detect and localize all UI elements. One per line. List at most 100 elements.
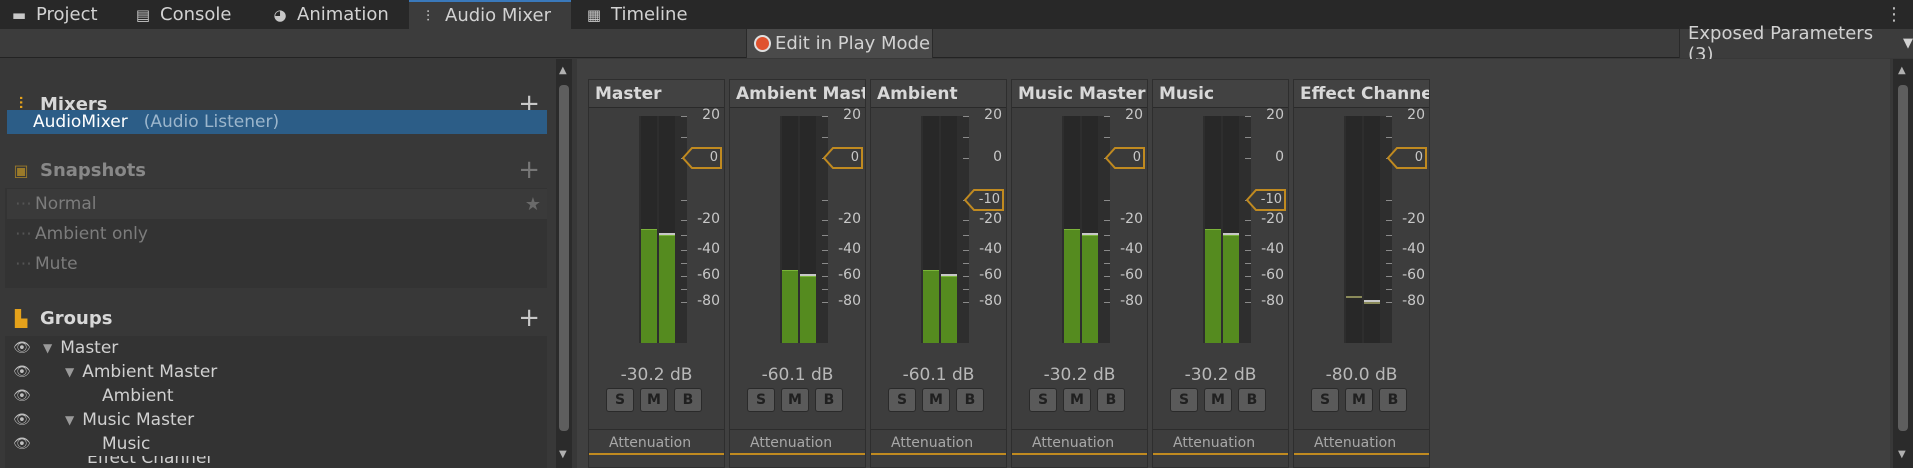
scale-tick bbox=[681, 263, 687, 264]
scale-label: -60 bbox=[838, 267, 861, 283]
level-meter-fill bbox=[941, 276, 957, 343]
scale-label: -20 bbox=[1120, 211, 1143, 227]
tab-animation[interactable]: ◕ Animation bbox=[261, 0, 389, 29]
scrollbar-thumb[interactable] bbox=[1898, 85, 1908, 431]
scale-label: -80 bbox=[979, 293, 1002, 309]
mixer-scrollbar[interactable]: ▲ ▼ bbox=[1893, 59, 1913, 468]
exposed-parameters-dropdown[interactable]: Exposed Parameters (3) ▼ bbox=[1679, 23, 1913, 65]
scale-tick bbox=[1386, 116, 1392, 117]
strip-title: Music Master bbox=[1012, 80, 1147, 108]
group-item[interactable]: 👁 Ambient bbox=[7, 384, 547, 408]
eye-icon[interactable]: 👁 bbox=[13, 364, 31, 380]
volume-fader-handle[interactable]: -10 bbox=[1246, 189, 1286, 211]
group-item[interactable]: 👁 ▼ Master bbox=[7, 336, 547, 360]
fader-value: 0 bbox=[1132, 150, 1141, 165]
mute-button[interactable]: M bbox=[1345, 388, 1373, 412]
scale-tick bbox=[1245, 220, 1251, 221]
solo-button[interactable]: S bbox=[1311, 388, 1339, 412]
effect-attenuation[interactable]: Attenuation bbox=[1012, 429, 1147, 455]
solo-button[interactable]: S bbox=[1029, 388, 1057, 412]
volume-fader-handle[interactable]: 0 bbox=[1105, 147, 1145, 169]
strip-title: Ambient bbox=[871, 80, 1006, 108]
chevron-down-icon[interactable]: ▼ bbox=[43, 341, 52, 355]
solo-button[interactable]: S bbox=[747, 388, 775, 412]
eye-icon[interactable]: 👁 bbox=[13, 340, 31, 356]
bypass-button[interactable]: B bbox=[674, 388, 702, 412]
scale-tick bbox=[1104, 302, 1110, 303]
tab-timeline[interactable]: ▦ Timeline bbox=[575, 0, 688, 29]
volume-fader-handle[interactable]: 0 bbox=[823, 147, 863, 169]
scroll-down-icon[interactable]: ▼ bbox=[559, 449, 567, 460]
bypass-button[interactable]: B bbox=[1379, 388, 1407, 412]
effect-attenuation[interactable]: Attenuation bbox=[589, 429, 724, 455]
chevron-down-icon[interactable]: ▼ bbox=[65, 413, 74, 427]
solo-button[interactable]: S bbox=[606, 388, 634, 412]
scale-tick bbox=[1104, 250, 1110, 251]
effect-attenuation[interactable]: Attenuation bbox=[871, 429, 1006, 455]
peak-indicator bbox=[800, 274, 816, 277]
group-item[interactable]: 👁 ▼ Ambient Master bbox=[7, 360, 547, 384]
eye-icon[interactable]: 👁 bbox=[13, 388, 31, 404]
scale-tick bbox=[1245, 263, 1251, 264]
mute-button[interactable]: M bbox=[781, 388, 809, 412]
snapshot-item[interactable]: ⋯ Normal ★ bbox=[7, 189, 547, 219]
tab-console[interactable]: ▤ Console bbox=[124, 0, 232, 29]
tab-project[interactable]: ▬ Project bbox=[0, 0, 98, 29]
mixer-strip[interactable]: Master200-20-40-60-800-30.2 dBSMBAttenua… bbox=[588, 79, 725, 468]
solo-button[interactable]: S bbox=[888, 388, 916, 412]
mute-button[interactable]: M bbox=[1204, 388, 1232, 412]
scrollbar-thumb[interactable] bbox=[559, 85, 569, 431]
bypass-button[interactable]: B bbox=[815, 388, 843, 412]
bypass-button[interactable]: B bbox=[956, 388, 984, 412]
effect-attenuation[interactable]: Attenuation bbox=[730, 429, 865, 455]
mixer-strip[interactable]: Music Master200-20-40-60-800-30.2 dBSMBA… bbox=[1011, 79, 1148, 468]
scale-tick bbox=[681, 235, 687, 236]
mixer-item[interactable]: AudioMixer (Audio Listener) bbox=[7, 110, 547, 134]
mute-button[interactable]: M bbox=[1063, 388, 1091, 412]
group-item[interactable]: 👁 Music bbox=[7, 432, 547, 456]
eye-icon[interactable]: 👁 bbox=[13, 436, 31, 452]
scroll-up-icon[interactable]: ▲ bbox=[1898, 65, 1906, 76]
scroll-down-icon[interactable]: ▼ bbox=[1898, 449, 1906, 460]
mixer-strip[interactable]: Effect Channel200-20-40-60-800-80.0 dBSM… bbox=[1293, 79, 1430, 468]
chevron-down-icon[interactable]: ▼ bbox=[65, 365, 74, 379]
tab-label: Animation bbox=[297, 4, 389, 25]
scale-tick bbox=[1245, 302, 1251, 303]
eye-icon[interactable]: 👁 bbox=[13, 412, 31, 428]
volume-db-readout: -30.2 dB bbox=[620, 365, 693, 385]
solo-button[interactable]: S bbox=[1170, 388, 1198, 412]
scale-label: -60 bbox=[1261, 267, 1284, 283]
volume-fader-handle[interactable]: -10 bbox=[964, 189, 1004, 211]
mixer-strip[interactable]: Ambient 20 0 -20 -40 -60 -80 -10 -60.1 dB S M B Atte… bbox=[870, 79, 1007, 468]
scale-tick bbox=[963, 263, 969, 264]
edit-in-play-mode-button[interactable]: Edit in Play Mode bbox=[746, 29, 933, 58]
scale-label: -20 bbox=[1261, 211, 1284, 227]
volume-fader-handle[interactable]: 0 bbox=[1387, 147, 1427, 169]
mixer-strip[interactable]: Ambient Master200-20-40-60-800-60.1 dBSM… bbox=[729, 79, 866, 468]
effect-attenuation[interactable]: Attenuation bbox=[1294, 429, 1429, 455]
bypass-button[interactable]: B bbox=[1097, 388, 1125, 412]
scale-label: 20 bbox=[843, 107, 861, 123]
bypass-button[interactable]: B bbox=[1238, 388, 1266, 412]
tab-audio-mixer[interactable]: ⫶ Audio Mixer bbox=[409, 0, 571, 29]
add-snapshot-button[interactable]: + bbox=[518, 155, 540, 185]
scroll-up-icon[interactable]: ▲ bbox=[559, 65, 567, 76]
effect-attenuation[interactable]: Attenuation bbox=[1153, 429, 1288, 455]
scale-tick bbox=[1245, 289, 1251, 290]
scale-label: -40 bbox=[838, 241, 861, 257]
add-group-button[interactable]: + bbox=[518, 303, 540, 333]
group-item[interactable]: Effect Channel bbox=[7, 456, 547, 468]
star-icon[interactable]: ★ bbox=[525, 194, 541, 215]
level-meter-fill bbox=[1205, 229, 1221, 343]
mute-button[interactable]: M bbox=[640, 388, 668, 412]
drag-handle: ⋯ bbox=[15, 194, 32, 214]
mute-button[interactable]: M bbox=[922, 388, 950, 412]
group-item[interactable]: 👁 ▼ Music Master bbox=[7, 408, 547, 432]
snapshot-item[interactable]: ⋯ Ambient only bbox=[7, 219, 547, 249]
level-meter-fill bbox=[923, 270, 939, 343]
volume-fader-handle[interactable]: 0 bbox=[682, 147, 722, 169]
sidebar-scrollbar[interactable]: ▲ ▼ bbox=[556, 59, 572, 468]
group-label: Master bbox=[60, 338, 119, 358]
mixer-strip[interactable]: Music 20 0 -20 -40 -60 -80 -10 -30.2 dB S M B Attenu… bbox=[1152, 79, 1289, 468]
snapshot-item[interactable]: ⋯ Mute bbox=[7, 249, 547, 279]
